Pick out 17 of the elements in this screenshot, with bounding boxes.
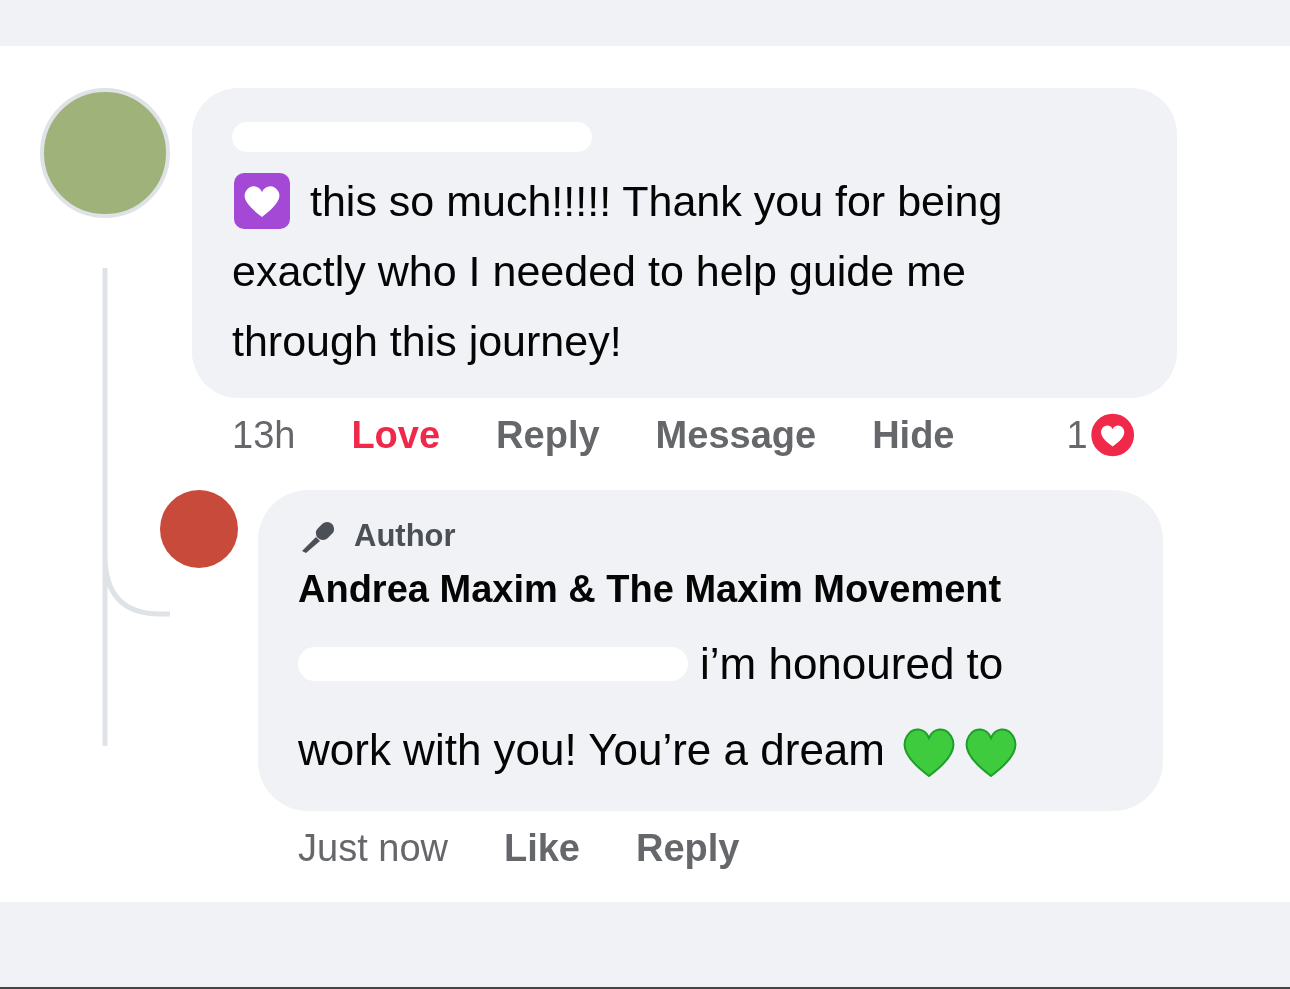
comment-action[interactable]: Hide xyxy=(872,413,955,457)
comment-text: this so much!!!!! Thank you for being xyxy=(310,176,1003,227)
reaction-count: 1 xyxy=(1066,413,1088,457)
comment-action[interactable]: Message xyxy=(655,413,817,457)
author-name[interactable]: Andrea Maxim & The Maxim Movement xyxy=(298,568,1123,611)
reply-text: work with you! You’re a dream xyxy=(298,724,885,776)
comment-action[interactable]: Reply xyxy=(496,413,600,457)
reply-action[interactable]: Like xyxy=(503,826,580,870)
timestamp: Just now xyxy=(298,826,448,870)
comment-text: exactly who I needed to help guide me xyxy=(232,246,966,297)
timestamp: 13h xyxy=(232,413,296,457)
comment-text: through this journey! xyxy=(232,316,622,367)
comment-action[interactable]: Love xyxy=(351,413,441,457)
author-label: Author xyxy=(354,518,456,554)
reply-text: i’m honoured to xyxy=(700,638,1004,690)
heart-emoji-icon xyxy=(232,171,292,231)
reply-action[interactable]: Reply xyxy=(636,826,740,870)
